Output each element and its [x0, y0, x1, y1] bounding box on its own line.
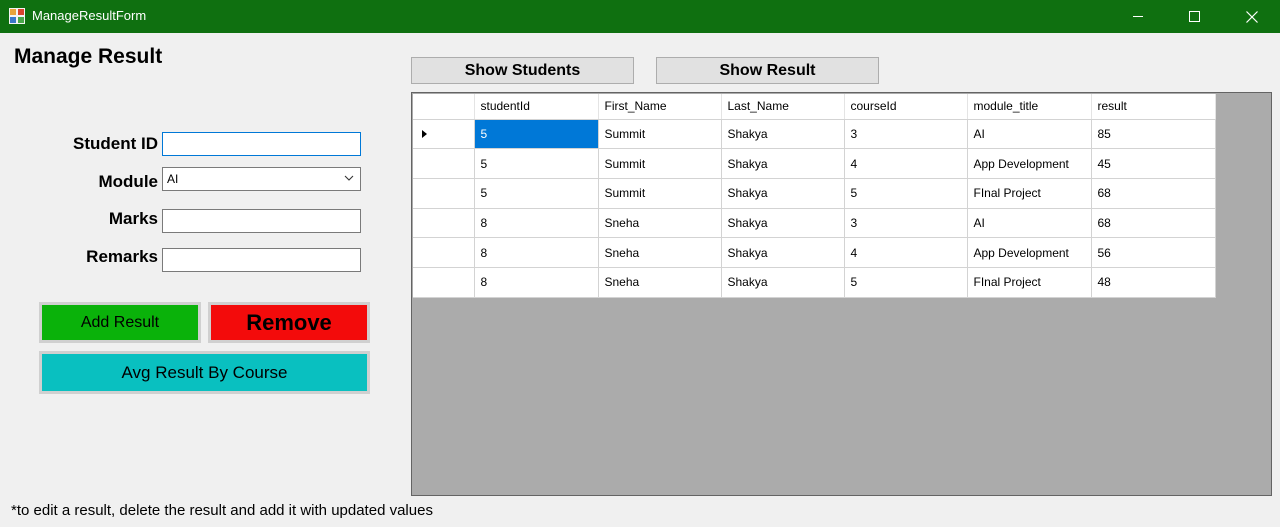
manage-result-window: ManageResultForm Manage Result Student I…: [0, 0, 1280, 527]
table-row[interactable]: 5 Summit Shakya 3 AI 85: [413, 119, 1216, 150]
table-cell[interactable]: AI: [967, 208, 1092, 239]
table-cell[interactable]: Sneha: [598, 208, 722, 239]
table-cell[interactable]: Sneha: [598, 267, 722, 298]
student-id-input[interactable]: [162, 132, 361, 156]
marks-label: Marks: [108, 209, 158, 228]
app-icon: [9, 8, 25, 24]
table-cell[interactable]: Summit: [598, 119, 722, 150]
remarks-label: Remarks: [86, 247, 158, 266]
table-row[interactable]: 5 Summit Shakya 4 App Development 45: [413, 148, 1216, 179]
marks-input[interactable]: [162, 209, 361, 233]
minimize-icon: [1133, 16, 1143, 17]
show-result-button[interactable]: Show Result: [656, 57, 879, 84]
table-cell[interactable]: Sneha: [598, 237, 722, 268]
table-cell[interactable]: 5: [844, 267, 968, 298]
table-row[interactable]: 8 Sneha Shakya 5 FInal Project 48: [413, 267, 1216, 298]
table-cell[interactable]: 8: [474, 208, 599, 239]
window-title: ManageResultForm: [32, 8, 147, 23]
table-cell[interactable]: App Development: [967, 148, 1092, 179]
table-cell[interactable]: Shakya: [721, 148, 845, 179]
title-bar: ManageResultForm: [0, 0, 1280, 33]
table-row[interactable]: 5 Summit Shakya 5 FInal Project 68: [413, 178, 1216, 209]
maximize-button[interactable]: [1171, 0, 1217, 33]
table-cell[interactable]: 5: [474, 178, 599, 209]
table-row[interactable]: 8 Sneha Shakya 4 App Development 56: [413, 237, 1216, 268]
column-header-studentid[interactable]: studentId: [474, 94, 599, 120]
table-cell[interactable]: 4: [844, 148, 968, 179]
row-header[interactable]: [413, 237, 475, 268]
module-label: Module: [98, 172, 159, 191]
table-cell[interactable]: FInal Project: [967, 267, 1092, 298]
table-row[interactable]: 8 Sneha Shakya 3 AI 68: [413, 208, 1216, 239]
table-cell[interactable]: 85: [1091, 119, 1216, 150]
table-cell[interactable]: 5: [844, 178, 968, 209]
current-row-icon: [422, 129, 427, 138]
row-header[interactable]: [413, 208, 475, 239]
table-cell[interactable]: 5: [474, 148, 599, 179]
table-cell[interactable]: Shakya: [721, 208, 845, 239]
chevron-down-icon: [344, 175, 354, 181]
column-header-last-name[interactable]: Last_Name: [721, 94, 845, 120]
column-header-first-name[interactable]: First_Name: [598, 94, 722, 120]
row-header[interactable]: [413, 119, 475, 150]
table-cell[interactable]: Summit: [598, 178, 722, 209]
table-cell[interactable]: 8: [474, 237, 599, 268]
table-cell[interactable]: Shakya: [721, 178, 845, 209]
table-cell[interactable]: 56: [1091, 237, 1216, 268]
page-title: Manage Result: [14, 45, 163, 68]
table-cell[interactable]: Summit: [598, 148, 722, 179]
grid-corner-header: [413, 94, 475, 120]
table-cell[interactable]: 8: [474, 267, 599, 298]
results-table: studentId First_Name Last_Name courseId …: [413, 94, 1216, 298]
table-cell[interactable]: 3: [844, 208, 968, 239]
remove-button[interactable]: Remove: [208, 302, 370, 343]
results-grid[interactable]: studentId First_Name Last_Name courseId …: [411, 92, 1272, 496]
table-cell[interactable]: AI: [967, 119, 1092, 150]
close-button[interactable]: [1229, 0, 1275, 33]
table-cell[interactable]: App Development: [967, 237, 1092, 268]
column-header-result[interactable]: result: [1091, 94, 1216, 120]
row-header[interactable]: [413, 178, 475, 209]
minimize-button[interactable]: [1115, 0, 1161, 33]
table-cell[interactable]: 4: [844, 237, 968, 268]
table-cell[interactable]: 3: [844, 119, 968, 150]
module-selected-value: AI: [167, 172, 179, 186]
add-result-button[interactable]: Add Result: [39, 302, 201, 343]
show-students-button[interactable]: Show Students: [411, 57, 634, 84]
maximize-icon: [1188, 11, 1200, 22]
close-icon: [1246, 10, 1258, 23]
avg-result-by-course-button[interactable]: Avg Result By Course: [39, 351, 370, 394]
table-cell[interactable]: 68: [1091, 178, 1216, 209]
row-header[interactable]: [413, 267, 475, 298]
remarks-input[interactable]: [162, 248, 361, 272]
student-id-label: Student ID: [73, 134, 158, 153]
table-cell[interactable]: 68: [1091, 208, 1216, 239]
module-select[interactable]: AI: [162, 167, 361, 191]
table-cell[interactable]: 45: [1091, 148, 1216, 179]
table-cell[interactable]: Shakya: [721, 237, 845, 268]
row-header[interactable]: [413, 148, 475, 179]
table-cell[interactable]: 5: [474, 119, 599, 150]
edit-instruction-note: *to edit a result, delete the result and…: [11, 502, 433, 519]
grid-header-row: studentId First_Name Last_Name courseId …: [413, 94, 1216, 120]
column-header-courseid[interactable]: courseId: [844, 94, 968, 120]
table-cell[interactable]: FInal Project: [967, 178, 1092, 209]
table-cell[interactable]: 48: [1091, 267, 1216, 298]
table-cell[interactable]: Shakya: [721, 267, 845, 298]
column-header-module-title[interactable]: module_title: [967, 94, 1092, 120]
table-cell[interactable]: Shakya: [721, 119, 845, 150]
